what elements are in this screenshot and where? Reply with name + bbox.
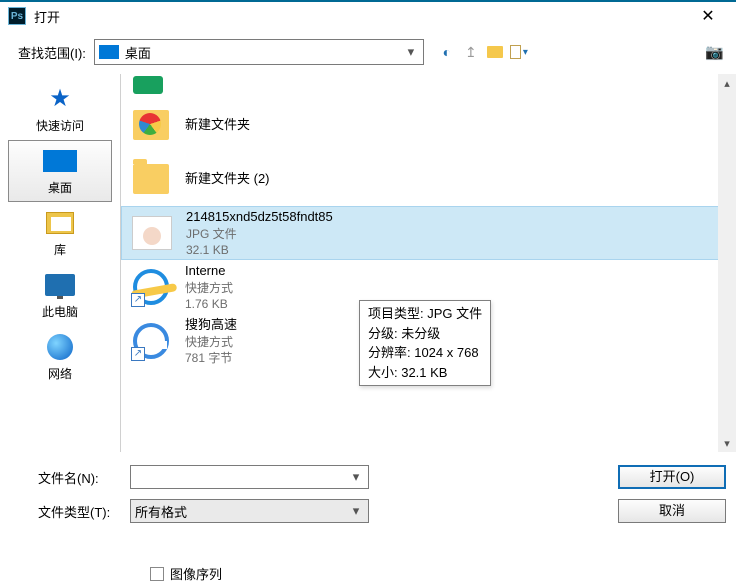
- open-button[interactable]: 打开(O): [618, 465, 726, 489]
- library-icon: [46, 212, 74, 234]
- scroll-up-icon[interactable]: ▴: [718, 74, 736, 92]
- network-icon: [47, 334, 73, 360]
- file-tooltip: 项目类型: JPG 文件 分级: 未分级 分辨率: 1024 x 768 大小:…: [359, 300, 491, 386]
- look-in-combo[interactable]: 桌面 ▾: [94, 39, 424, 65]
- new-folder-icon[interactable]: [486, 43, 504, 61]
- pc-icon: [45, 274, 75, 296]
- file-size: 1.76 KB: [185, 296, 233, 312]
- file-type: JPG 文件: [186, 226, 333, 242]
- image-sequence-label: 图像序列: [170, 564, 222, 583]
- file-list: 新建文件夹 新建文件夹 (2) 214815xnd5dz5t58fndt85 J…: [120, 74, 736, 452]
- tooltip-line: 大小: 32.1 KB: [368, 363, 482, 383]
- back-icon[interactable]: ◐: [438, 43, 456, 61]
- file-item-jpg[interactable]: 214815xnd5dz5t58fndt85 JPG 文件 32.1 KB: [121, 206, 736, 260]
- shortcut-badge-icon: ↗: [131, 347, 145, 361]
- filetype-combo[interactable]: 所有格式 ▾: [130, 499, 369, 523]
- star-icon: ★: [49, 84, 71, 113]
- up-icon[interactable]: ↥: [462, 43, 480, 61]
- folder-icon: [133, 164, 169, 194]
- file-type: 快捷方式: [185, 334, 237, 350]
- window-title: 打开: [34, 7, 688, 26]
- app-icon: Ps: [8, 7, 26, 25]
- places-sidebar: ★ 快速访问 桌面 库 此电脑 网络: [0, 74, 120, 452]
- filetype-label: 文件类型(T):: [10, 502, 120, 521]
- file-item-folder[interactable]: 新建文件夹 (2): [121, 152, 736, 206]
- tooltip-line: 项目类型: JPG 文件: [368, 304, 482, 324]
- place-desktop[interactable]: 桌面: [8, 140, 112, 202]
- toolbar: 查找范围(I): 桌面 ▾ ◐ ↥ ▾ 📷: [0, 30, 736, 74]
- file-size: 781 字节: [185, 350, 237, 366]
- look-in-value: 桌面: [125, 43, 403, 62]
- file-name: Interne: [185, 262, 233, 280]
- bottom-panel: 文件名(N): ▾ 打开(O) 文件类型(T): 所有格式 ▾ 取消 图像序列: [0, 452, 736, 583]
- place-network[interactable]: 网络: [8, 326, 112, 388]
- pin-icon[interactable]: 📷: [705, 43, 724, 61]
- tooltip-line: 分辨率: 1024 x 768: [368, 343, 482, 363]
- file-name: 新建文件夹 (2): [185, 170, 270, 188]
- desktop-icon: [43, 150, 77, 172]
- file-size: 32.1 KB: [186, 242, 333, 258]
- file-name: 搜狗高速: [185, 316, 237, 334]
- filename-combo[interactable]: ▾: [130, 465, 369, 489]
- look-in-label: 查找范围(I):: [18, 43, 86, 62]
- place-quick-access[interactable]: ★ 快速访问: [8, 78, 112, 140]
- nav-buttons: ◐ ↥ ▾: [438, 43, 528, 61]
- chevron-down-icon: ▾: [348, 469, 364, 485]
- file-name: 214815xnd5dz5t58fndt85: [186, 208, 333, 226]
- place-label: 库: [54, 241, 66, 258]
- view-menu-icon[interactable]: ▾: [510, 43, 528, 61]
- titlebar: Ps 打开 ✕: [0, 0, 736, 30]
- file-item-folder[interactable]: 新建文件夹: [121, 98, 736, 152]
- tooltip-line: 分级: 未分级: [368, 324, 482, 344]
- image-thumbnail: [132, 216, 172, 250]
- place-label: 快速访问: [36, 117, 84, 134]
- filename-label: 文件名(N):: [10, 468, 120, 487]
- filetype-value: 所有格式: [135, 502, 348, 521]
- file-type: 快捷方式: [185, 280, 233, 296]
- shortcut-badge-icon: ↗: [131, 293, 145, 307]
- scroll-track[interactable]: [718, 92, 736, 434]
- desktop-icon: [99, 45, 119, 59]
- folder-icon: [133, 110, 169, 140]
- place-label: 网络: [48, 365, 72, 382]
- cancel-button[interactable]: 取消: [618, 499, 726, 523]
- close-button[interactable]: ✕: [688, 6, 728, 26]
- chevron-down-icon: ▾: [348, 503, 364, 519]
- place-this-pc[interactable]: 此电脑: [8, 264, 112, 326]
- scroll-down-icon[interactable]: ▾: [718, 434, 736, 452]
- place-label: 此电脑: [42, 303, 78, 320]
- place-label: 桌面: [48, 179, 72, 196]
- file-name: 新建文件夹: [185, 116, 250, 134]
- partial-item-icon: [133, 76, 163, 94]
- place-libraries[interactable]: 库: [8, 202, 112, 264]
- scrollbar[interactable]: ▴ ▾: [718, 74, 736, 452]
- image-sequence-checkbox[interactable]: [150, 567, 164, 581]
- chevron-down-icon: ▾: [403, 44, 419, 60]
